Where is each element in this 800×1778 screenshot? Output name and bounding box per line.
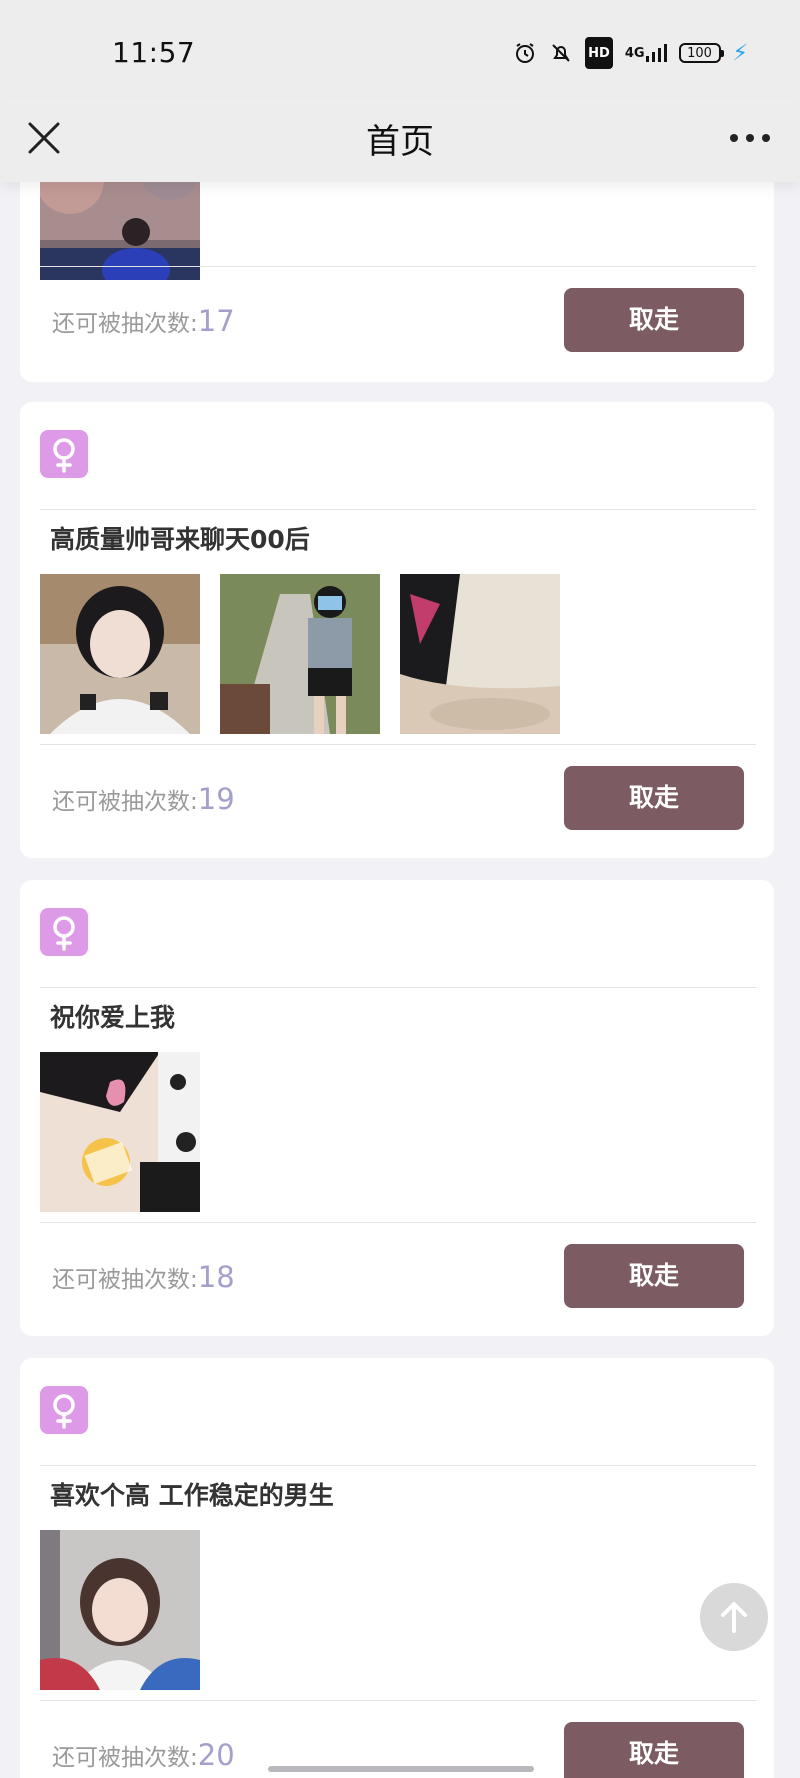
post-card: 喜欢个高 工作稳定的男生 还可被抽次数:20 取走: [20, 1358, 774, 1778]
post-feed[interactable]: 还可被抽次数:17 取走 高质量帅哥来聊天00后 还可被抽次数:19 取走 祝你…: [0, 0, 800, 1778]
divider: [40, 744, 756, 745]
draw-count-value: 20: [197, 1738, 235, 1772]
post-card: 祝你爱上我 还可被抽次数:18 取走: [20, 880, 774, 1336]
draw-count-label: 还可被抽次数:20: [52, 1738, 235, 1772]
post-photo[interactable]: [400, 574, 560, 734]
post-card: 高质量帅哥来聊天00后 还可被抽次数:19 取走: [20, 402, 774, 858]
photo-grid: [40, 1530, 200, 1690]
female-icon: [40, 1386, 88, 1434]
more-dots-icon[interactable]: [722, 116, 778, 160]
post-title: 喜欢个高 工作稳定的男生: [50, 1481, 334, 1510]
card-footer: 还可被抽次数:19 取走: [40, 766, 756, 830]
signal-icon: 4G: [625, 39, 667, 67]
take-button[interactable]: 取走: [564, 1722, 744, 1778]
status-time: 11:57: [112, 36, 196, 69]
photo-grid: [40, 1052, 200, 1212]
female-icon: [40, 908, 88, 956]
divider: [40, 1465, 756, 1466]
divider: [40, 987, 756, 988]
card-footer: 还可被抽次数:17 取走: [40, 288, 756, 352]
mute-bell-icon: [549, 39, 573, 67]
hd-icon: HD: [585, 37, 613, 69]
count-label-text: 还可被抽次数:: [52, 1267, 198, 1293]
count-label-text: 还可被抽次数:: [52, 1745, 198, 1771]
post-photo[interactable]: [40, 574, 200, 734]
charging-icon: ⚡: [732, 40, 748, 66]
divider: [40, 1222, 756, 1223]
post-photo[interactable]: [40, 1530, 200, 1690]
status-bar: 11:57 HD 4G 100 ⚡: [0, 0, 800, 98]
nav-bar: 首页: [0, 98, 800, 182]
post-photo[interactable]: [220, 574, 380, 734]
battery-icon: 100: [678, 43, 724, 63]
female-icon: [40, 430, 88, 478]
take-button[interactable]: 取走: [564, 1244, 744, 1308]
count-label-text: 还可被抽次数:: [52, 789, 198, 815]
draw-count-value: 18: [197, 1260, 235, 1294]
alarm-icon: [513, 39, 537, 67]
status-icons: HD 4G 100 ⚡: [513, 37, 748, 69]
draw-count-value: 17: [197, 304, 235, 338]
arrow-up-icon: [721, 1602, 747, 1633]
network-type: 4G: [624, 45, 645, 61]
divider: [40, 1700, 756, 1701]
draw-count-label: 还可被抽次数:17: [52, 304, 235, 338]
photo-grid: [40, 574, 560, 734]
post-title: 高质量帅哥来聊天00后: [50, 525, 310, 554]
take-button[interactable]: 取走: [564, 766, 744, 830]
divider: [40, 266, 756, 267]
post-photo[interactable]: [40, 1052, 200, 1212]
draw-count-label: 还可被抽次数:18: [52, 1260, 235, 1294]
take-button[interactable]: 取走: [564, 288, 744, 352]
card-footer: 还可被抽次数:18 取走: [40, 1244, 756, 1308]
back-to-top-button[interactable]: [700, 1583, 768, 1651]
battery-level: 100: [687, 45, 712, 61]
draw-count-value: 19: [197, 782, 235, 816]
page-title: 首页: [366, 122, 434, 162]
home-indicator[interactable]: [268, 1766, 534, 1772]
count-label-text: 还可被抽次数:: [52, 311, 198, 337]
divider: [40, 509, 756, 510]
draw-count-label: 还可被抽次数:19: [52, 782, 235, 816]
post-title: 祝你爱上我: [50, 1003, 176, 1032]
